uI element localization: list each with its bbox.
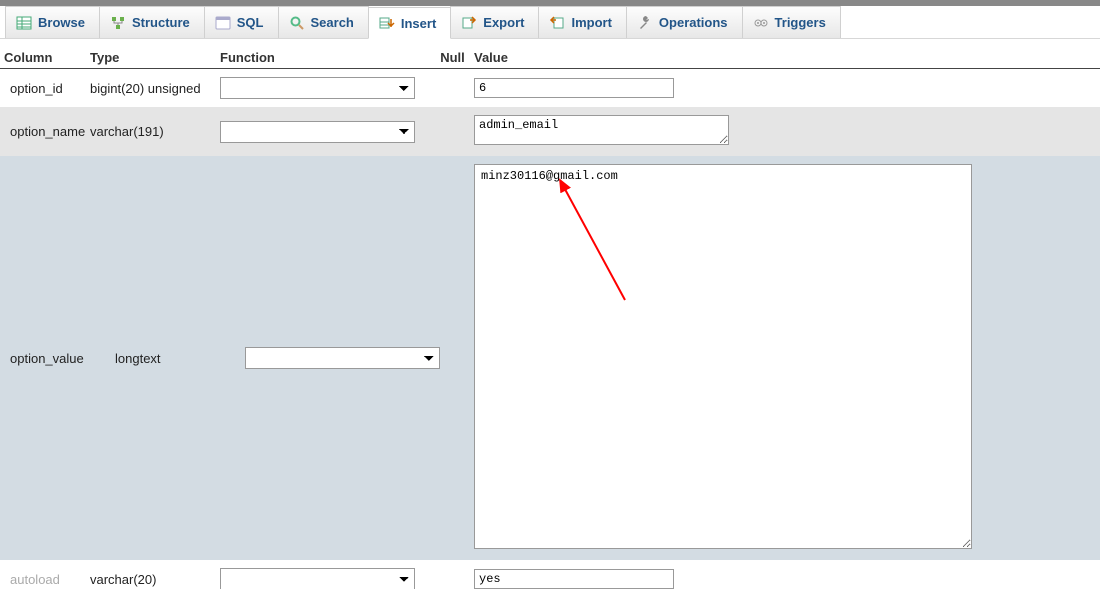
- operations-icon: [637, 15, 653, 31]
- column-name: option_name: [0, 124, 90, 139]
- tab-sql[interactable]: SQL: [204, 6, 279, 38]
- tab-triggers[interactable]: Triggers: [742, 6, 841, 38]
- header-null: Null: [435, 50, 470, 65]
- function-select[interactable]: [220, 568, 415, 589]
- tab-label: SQL: [237, 15, 264, 30]
- tab-label: Operations: [659, 15, 728, 30]
- function-select[interactable]: [245, 347, 440, 369]
- column-type: varchar(20): [90, 572, 220, 587]
- tab-label: Import: [571, 15, 611, 30]
- tab-import[interactable]: Import: [538, 6, 626, 38]
- search-icon: [289, 15, 305, 31]
- value-textarea[interactable]: [474, 164, 972, 549]
- column-type: bigint(20) unsigned: [90, 81, 220, 96]
- tab-label: Insert: [401, 16, 436, 31]
- tab-label: Browse: [38, 15, 85, 30]
- tab-export[interactable]: Export: [450, 6, 539, 38]
- header-type: Type: [90, 50, 220, 65]
- column-name: option_value: [0, 351, 90, 366]
- value-textarea[interactable]: [474, 115, 729, 145]
- header-value: Value: [470, 50, 1100, 65]
- triggers-icon: [753, 15, 769, 31]
- table-row: option_value longtext: [0, 156, 1100, 560]
- tab-label: Search: [311, 15, 354, 30]
- tab-operations[interactable]: Operations: [626, 6, 743, 38]
- tab-label: Triggers: [775, 15, 826, 30]
- insert-form: Column Type Function Null Value option_i…: [0, 47, 1100, 589]
- column-name: option_id: [0, 81, 90, 96]
- function-select[interactable]: [220, 77, 415, 99]
- column-type: longtext: [90, 351, 220, 366]
- tab-label: Structure: [132, 15, 190, 30]
- column-name: autoload: [0, 572, 90, 587]
- header-column: Column: [0, 50, 90, 65]
- export-icon: [461, 15, 477, 31]
- column-type: varchar(191): [90, 124, 220, 139]
- insert-icon: [379, 15, 395, 31]
- tab-browse[interactable]: Browse: [5, 6, 100, 38]
- structure-icon: [110, 15, 126, 31]
- value-input[interactable]: [474, 569, 674, 589]
- browse-icon: [16, 15, 32, 31]
- import-icon: [549, 15, 565, 31]
- tab-structure[interactable]: Structure: [99, 6, 205, 38]
- value-input[interactable]: [474, 78, 674, 98]
- table-row: option_name varchar(191): [0, 107, 1100, 156]
- table-row: option_id bigint(20) unsigned: [0, 69, 1100, 107]
- tabs-bar: Browse Structure SQL Search Insert Expor…: [0, 6, 1100, 39]
- function-select[interactable]: [220, 121, 415, 143]
- table-row: autoload varchar(20): [0, 560, 1100, 589]
- tab-insert[interactable]: Insert: [368, 7, 451, 39]
- sql-icon: [215, 15, 231, 31]
- tab-label: Export: [483, 15, 524, 30]
- tab-search[interactable]: Search: [278, 6, 369, 38]
- header-function: Function: [220, 50, 435, 65]
